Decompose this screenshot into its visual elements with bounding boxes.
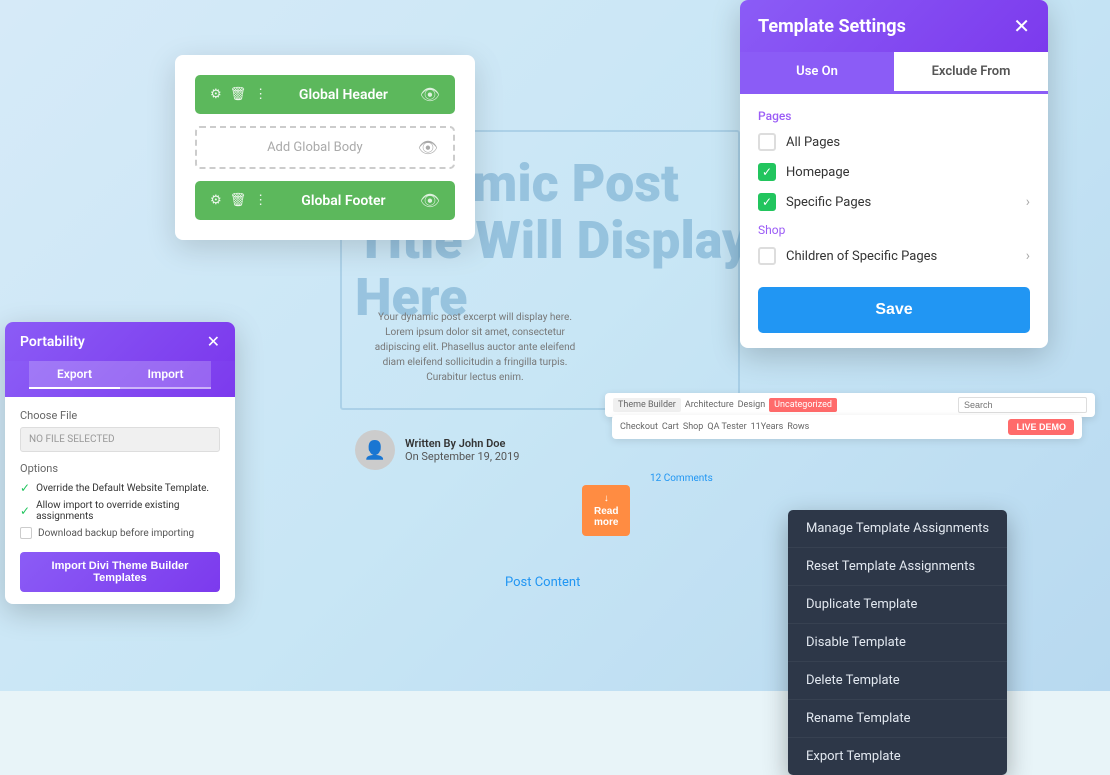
ts-all-pages-option[interactable]: All Pages bbox=[758, 133, 1030, 151]
nav-shop[interactable]: Shop bbox=[683, 422, 704, 432]
ts-body: Pages All Pages ✓ Homepage ✓ Specific Pa… bbox=[740, 94, 1048, 348]
option1-row: ✓ Override the Default Website Template. bbox=[20, 481, 220, 495]
option1-check: ✓ bbox=[20, 481, 30, 495]
template-settings-panel: Template Settings ✕ Use On Exclude From … bbox=[740, 0, 1048, 348]
nav-rows[interactable]: Rows bbox=[787, 422, 809, 432]
context-disable-template[interactable]: Disable Template bbox=[788, 624, 1007, 662]
ts-homepage-label: Homepage bbox=[786, 165, 1030, 180]
template-cards-panel: ⚙ 🗑 ⋮ Global Header 👁 Add Global Body 👁 … bbox=[175, 55, 475, 240]
ts-close-button[interactable]: ✕ bbox=[1013, 14, 1030, 38]
global-footer-card: ⚙ 🗑 ⋮ Global Footer 👁 bbox=[195, 181, 455, 220]
add-body-label: Add Global Body bbox=[212, 140, 418, 155]
ts-title: Template Settings bbox=[758, 16, 906, 37]
nav-years[interactable]: 11Years bbox=[751, 422, 784, 432]
comments-badge: 12 Comments bbox=[650, 473, 713, 484]
author-area: 👤 Written By John Doe On September 19, 2… bbox=[355, 430, 519, 470]
option3-checkbox[interactable] bbox=[20, 527, 32, 539]
header-delete-icon[interactable]: 🗑 bbox=[230, 87, 247, 102]
portability-import-tab[interactable]: Import bbox=[120, 361, 211, 389]
import-button[interactable]: Import Divi Theme Builder Templates bbox=[20, 552, 220, 592]
ts-all-pages-label: All Pages bbox=[786, 135, 1030, 150]
context-reset-assignments[interactable]: Reset Template Assignments bbox=[788, 548, 1007, 586]
context-menu: Manage Template Assignments Reset Templa… bbox=[788, 510, 1007, 775]
portability-tabs: Export Import bbox=[29, 361, 211, 389]
ts-children-checkbox[interactable] bbox=[758, 247, 776, 265]
portability-export-tab[interactable]: Export bbox=[29, 361, 120, 389]
footer-more-icon[interactable]: ⋮ bbox=[254, 193, 267, 208]
context-manage-assignments[interactable]: Manage Template Assignments bbox=[788, 510, 1007, 548]
live-demo-button[interactable]: LIVE DEMO bbox=[1008, 419, 1074, 435]
ts-homepage-checkbox[interactable]: ✓ bbox=[758, 163, 776, 181]
options-label: Options bbox=[20, 462, 220, 475]
nav-architecture[interactable]: Architecture bbox=[685, 400, 734, 410]
body-eye-icon[interactable]: 👁 bbox=[418, 138, 438, 157]
portability-close-button[interactable]: ✕ bbox=[207, 332, 220, 351]
portability-tabs-container: Export Import bbox=[5, 361, 235, 397]
author-name: Written By John Doe bbox=[405, 437, 519, 450]
portability-header: Portability ✕ bbox=[5, 322, 235, 361]
add-body-card[interactable]: Add Global Body 👁 bbox=[195, 126, 455, 169]
option1-text: Override the Default Website Template. bbox=[36, 483, 209, 494]
author-date: On September 19, 2019 bbox=[405, 450, 519, 463]
ts-pages-label: Pages bbox=[758, 109, 1030, 123]
ts-use-on-tab[interactable]: Use On bbox=[740, 52, 894, 91]
post-content-link[interactable]: Post Content bbox=[505, 575, 580, 590]
post-excerpt: Your dynamic post excerpt will display h… bbox=[365, 310, 585, 385]
ts-shop-label: Shop bbox=[758, 223, 1030, 237]
ts-exclude-from-tab[interactable]: Exclude From bbox=[894, 52, 1048, 91]
option3-text: Download backup before importing bbox=[38, 528, 194, 539]
portability-title: Portability bbox=[20, 334, 85, 350]
nav-uncategorized[interactable]: Uncategorized bbox=[769, 398, 837, 412]
ts-children-option[interactable]: Children of Specific Pages › bbox=[758, 247, 1030, 265]
option3-row: Download backup before importing bbox=[20, 527, 220, 539]
header-more-icon[interactable]: ⋮ bbox=[254, 87, 267, 102]
ts-children-label: Children of Specific Pages bbox=[786, 249, 1016, 264]
header-card-icons: ⚙ 🗑 ⋮ bbox=[210, 87, 267, 102]
nav-design[interactable]: Design bbox=[738, 400, 766, 410]
file-input-display[interactable]: NO FILE SELECTED bbox=[20, 427, 220, 452]
footer-card-icons: ⚙ 🗑 ⋮ bbox=[210, 193, 267, 208]
ts-all-pages-checkbox[interactable] bbox=[758, 133, 776, 151]
footer-delete-icon[interactable]: 🗑 bbox=[230, 193, 247, 208]
header-eye-icon[interactable]: 👁 bbox=[420, 85, 440, 104]
choose-file-label: Choose File bbox=[20, 409, 220, 422]
context-duplicate-template[interactable]: Duplicate Template bbox=[788, 586, 1007, 624]
context-export-template[interactable]: Export Template bbox=[788, 738, 1007, 775]
nav-bar-area: Theme Builder Architecture Design Uncate… bbox=[605, 393, 1095, 417]
global-footer-label: Global Footer bbox=[277, 193, 410, 209]
option2-text: Allow import to override existing assign… bbox=[36, 500, 220, 522]
option2-check: ✓ bbox=[20, 504, 30, 518]
option2-row: ✓ Allow import to override existing assi… bbox=[20, 500, 220, 522]
ts-header: Template Settings ✕ bbox=[740, 0, 1048, 52]
nav-cart[interactable]: Cart bbox=[662, 422, 679, 432]
ts-specific-pages-option[interactable]: ✓ Specific Pages › bbox=[758, 193, 1030, 211]
context-rename-template[interactable]: Rename Template bbox=[788, 700, 1007, 738]
ts-tabs: Use On Exclude From bbox=[740, 52, 1048, 94]
author-info: Written By John Doe On September 19, 201… bbox=[405, 437, 519, 463]
ts-specific-pages-chevron: › bbox=[1026, 194, 1030, 210]
read-more-button[interactable]: ↓ Readmore bbox=[582, 485, 630, 536]
nav-checkout[interactable]: Checkout bbox=[620, 422, 658, 432]
ts-save-button[interactable]: Save bbox=[758, 287, 1030, 333]
nav-theme-builder[interactable]: Theme Builder bbox=[613, 398, 681, 412]
author-avatar: 👤 bbox=[355, 430, 395, 470]
nav-search-input[interactable] bbox=[958, 397, 1087, 413]
read-more-label: Readmore bbox=[594, 506, 618, 528]
global-header-card: ⚙ 🗑 ⋮ Global Header 👁 bbox=[195, 75, 455, 114]
nav-qa-tester[interactable]: QA Tester bbox=[707, 422, 746, 432]
ts-specific-pages-label: Specific Pages bbox=[786, 195, 1016, 210]
portability-panel: Portability ✕ Export Import Choose File … bbox=[5, 322, 235, 604]
ts-homepage-option[interactable]: ✓ Homepage bbox=[758, 163, 1030, 181]
global-header-label: Global Header bbox=[277, 87, 410, 103]
nav-bar-row2: Checkout Cart Shop QA Tester 11Years Row… bbox=[612, 415, 1082, 439]
footer-settings-icon[interactable]: ⚙ bbox=[210, 193, 222, 208]
footer-eye-icon[interactable]: 👁 bbox=[420, 191, 440, 210]
read-more-arrow: ↓ bbox=[604, 493, 609, 504]
ts-specific-pages-checkbox[interactable]: ✓ bbox=[758, 193, 776, 211]
portability-body: Choose File NO FILE SELECTED Options ✓ O… bbox=[5, 397, 235, 604]
context-delete-template[interactable]: Delete Template bbox=[788, 662, 1007, 700]
ts-children-chevron: › bbox=[1026, 248, 1030, 264]
header-settings-icon[interactable]: ⚙ bbox=[210, 87, 222, 102]
